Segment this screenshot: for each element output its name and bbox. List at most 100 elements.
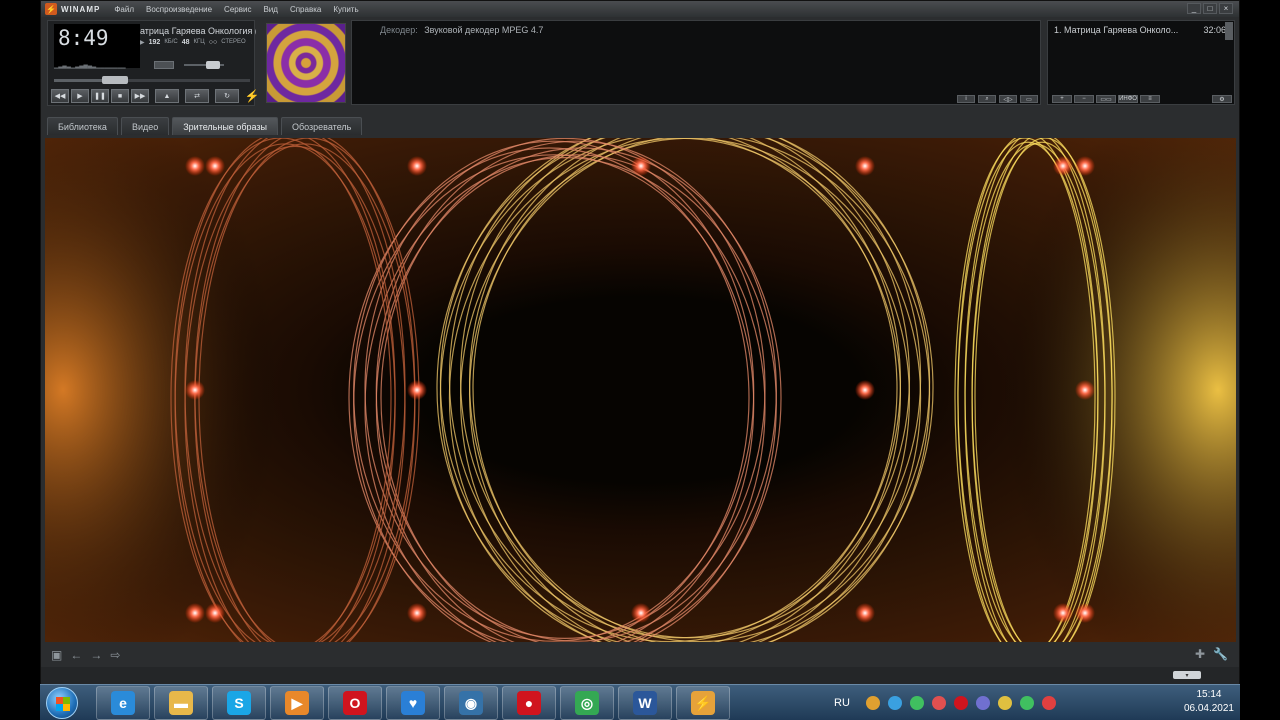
tray-icon-1[interactable]	[887, 696, 902, 710]
clock-date: 06.04.2021	[1183, 703, 1234, 714]
playlist-select-button[interactable]: ▭▭	[1096, 95, 1116, 103]
toggle-panel-icon[interactable]: ▣	[51, 648, 62, 662]
taskbar-app-word[interactable]: W	[618, 686, 672, 720]
heart-icon: ♥	[401, 691, 425, 715]
search-button[interactable]: ⌕	[978, 95, 996, 103]
tray-icon-7[interactable]	[1019, 696, 1034, 710]
minimize-button[interactable]: _	[1187, 3, 1201, 14]
view-button[interactable]: ▭	[1020, 95, 1038, 103]
viz-light	[185, 603, 205, 623]
collapse-handle[interactable]: ▾	[1173, 671, 1201, 679]
stop-button[interactable]: ■	[111, 89, 129, 103]
tray-icon-8[interactable]	[1041, 696, 1056, 710]
menu-playback[interactable]: Воспроизведение	[146, 5, 212, 14]
menu-buy[interactable]: Купить	[333, 5, 358, 14]
playlist-options-button[interactable]: ⚙	[1212, 95, 1232, 103]
viz-light	[185, 156, 205, 176]
menu-file[interactable]: Файл	[114, 5, 134, 14]
viz-light	[1053, 603, 1073, 623]
viz-light	[407, 603, 427, 623]
close-button[interactable]: ×	[1219, 3, 1233, 14]
playlist-panel: 1. Матрица Гаряева Онколо... 32:06 + − ▭…	[1047, 20, 1235, 105]
repeat-button[interactable]: ↻	[215, 89, 239, 103]
volume-area	[154, 59, 254, 71]
mute-button[interactable]	[154, 61, 174, 69]
tab-browser[interactable]: Обозреватель	[280, 117, 363, 135]
menu-tools[interactable]: Сервис	[224, 5, 251, 14]
winamp-bolt-icon[interactable]: ⚡	[245, 89, 260, 103]
viz-light	[855, 380, 875, 400]
tab-visualizations[interactable]: Зрительные образы	[172, 117, 278, 135]
play-button[interactable]: ▶	[71, 89, 89, 103]
pause-button[interactable]: ❚❚	[91, 89, 109, 103]
viz-light	[855, 603, 875, 623]
menu-help[interactable]: Справка	[290, 5, 321, 14]
tray-icon-5[interactable]	[975, 696, 990, 710]
opera-icon: O	[343, 691, 367, 715]
maximize-button[interactable]: □	[1203, 3, 1217, 14]
mini-visualizer[interactable]: ▁▂▃▂▁▂▃▄▃▂▁▁▁▁▁▁▁	[54, 61, 126, 69]
tab-bar: Библиотека Видео Зрительные образы Обозр…	[47, 117, 363, 135]
viz-light	[855, 156, 875, 176]
start-button[interactable]	[46, 687, 78, 719]
recorder-icon: ●	[517, 691, 541, 715]
taskbar-app-heart[interactable]: ♥	[386, 686, 440, 720]
clock[interactable]: 15:14 06.04.2021	[1184, 688, 1234, 716]
wrench-icon[interactable]: 🔧	[1213, 647, 1228, 661]
taskbar-app-winamp[interactable]: ⚡	[676, 686, 730, 720]
toggle-button[interactable]: ◁▷	[999, 95, 1017, 103]
playlist-menu-button[interactable]: ≡	[1140, 95, 1160, 103]
forward-arrow-icon[interactable]: →	[90, 648, 102, 662]
playlist-remove-button[interactable]: −	[1074, 95, 1094, 103]
taskbar-app-recorder[interactable]: ●	[502, 686, 556, 720]
taskbar-app-explorer[interactable]: ▬	[154, 686, 208, 720]
tab-library[interactable]: Библиотека	[47, 117, 118, 135]
taskbar-app-ie[interactable]: e	[96, 686, 150, 720]
taskbar-app-eye[interactable]: ◉	[444, 686, 498, 720]
windows-logo-icon	[56, 697, 70, 711]
playlist-scrollbar[interactable]	[1225, 22, 1233, 40]
viz-light	[1075, 380, 1095, 400]
viz-light	[205, 603, 225, 623]
viz-light	[1075, 603, 1095, 623]
status-bar: ▾	[41, 667, 1239, 685]
eye-icon: ◉	[459, 691, 483, 715]
taskbar-app-opera[interactable]: O	[328, 686, 382, 720]
menu-view[interactable]: Вид	[263, 5, 277, 14]
viz-ring	[460, 138, 922, 642]
volume-knob[interactable]	[206, 61, 220, 69]
title-bar[interactable]: ⚡ WINAMP Файл Воспроизведение Сервис Вид…	[41, 1, 1239, 17]
seek-knob[interactable]	[102, 76, 128, 84]
seek-fill	[54, 79, 107, 82]
info-button[interactable]: i	[957, 95, 975, 103]
tray-icon-6[interactable]	[997, 696, 1012, 710]
taskbar-app-media[interactable]: ▶	[270, 686, 324, 720]
album-art[interactable]	[266, 23, 346, 103]
next-button[interactable]: ▶▶	[131, 89, 149, 103]
tab-video[interactable]: Видео	[120, 117, 170, 135]
playlist-add-button[interactable]: +	[1052, 95, 1072, 103]
taskbar-app-chrome[interactable]: ◎	[560, 686, 614, 720]
playlist-item[interactable]: 1. Матрица Гаряева Онколо... 32:06	[1054, 25, 1226, 35]
eject-button[interactable]: ▲	[155, 89, 179, 103]
tray-icon-4[interactable]	[953, 696, 968, 710]
tray-icon-0[interactable]	[865, 696, 880, 710]
taskbar-app-skype[interactable]: S	[212, 686, 266, 720]
viz-light	[407, 380, 427, 400]
channels-label: СТЕРЕО	[221, 39, 246, 45]
plugin-icon[interactable]: ✚	[1195, 647, 1205, 661]
previous-button[interactable]: ◀◀	[51, 89, 69, 103]
tray-icon-3[interactable]	[931, 696, 946, 710]
seek-bar[interactable]	[54, 76, 250, 84]
back-arrow-icon[interactable]: ←	[70, 648, 82, 662]
language-indicator[interactable]: RU	[834, 697, 850, 709]
visualization-canvas[interactable]	[45, 138, 1236, 642]
shuffle-button[interactable]: ⇄	[185, 89, 209, 103]
decoder-label: Декодер:	[380, 25, 418, 35]
song-title: атрица Гаряева Онкология (32	[140, 26, 256, 36]
player-panel: 8:49 ▁▂▃▂▁▂▃▄▃▂▁▁▁▁▁▁▁ атрица Гаряева Он…	[47, 20, 259, 106]
playlist-info-button[interactable]: ИНФО	[1118, 95, 1138, 103]
send-icon[interactable]: ⇨	[110, 648, 120, 662]
tray-icon-2[interactable]	[909, 696, 924, 710]
winamp-icon: ⚡	[691, 691, 715, 715]
